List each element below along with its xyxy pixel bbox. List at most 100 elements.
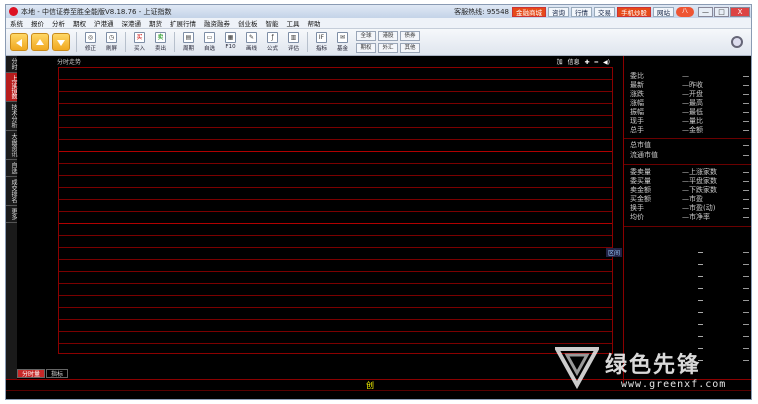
maximize-button[interactable]: □ [714, 6, 729, 17]
grid-line [59, 211, 612, 212]
menu-margin[interactable]: 融资融券 [200, 18, 234, 28]
value-tick [743, 276, 749, 277]
menu-shhk-connect[interactable]: 沪港通 [90, 18, 118, 28]
grid-line [59, 307, 612, 308]
fund-tool-button[interactable]: ✉ 基金 [332, 30, 353, 55]
market-shortcut-grid: 全球 港股 债券 期权 外汇 其他 [356, 31, 420, 53]
app-window: 本地 - 中信证券至胜全能版V8.18.76 - 上证指数 客服热线: 9554… [5, 4, 752, 400]
grid-line [59, 163, 612, 164]
side-tab-bar: 分时 上证指数 技术分析 大盘资讯 自选 成交排名 更多 [6, 56, 17, 386]
up-arrow-icon[interactable] [31, 33, 49, 51]
buy-tool-button[interactable]: 买买入 [129, 30, 150, 55]
menu-futures[interactable]: 期货 [145, 18, 166, 28]
refresh-tool-button[interactable]: ◷ 刷屏 [101, 30, 122, 55]
menu-help[interactable]: 帮助 [304, 18, 325, 28]
indicator-icon: IF [316, 31, 327, 43]
info-row-market-cap: 总市值 [630, 141, 651, 149]
info-row-change-pct: 涨幅 —最高 [630, 99, 703, 107]
menu-tools[interactable]: 工具 [283, 18, 304, 28]
value-tick [743, 312, 749, 313]
pencil-icon: ✎ [246, 31, 257, 43]
notification-badge[interactable]: 八 [676, 6, 694, 17]
close-button[interactable]: X [730, 6, 750, 17]
option-button[interactable]: 期权 [356, 43, 376, 53]
empty-quote-dash [698, 252, 703, 253]
f10-tool-button[interactable]: ▦ F10 [220, 30, 241, 55]
toolbar-separator [307, 32, 308, 52]
menu-system[interactable]: 系统 [6, 18, 27, 28]
menu-extended-quotes[interactable]: 扩展行情 [166, 18, 200, 28]
info-row-float-cap: 流通市值 [630, 151, 658, 159]
period-tool-button[interactable]: ▤ 周期 [178, 30, 199, 55]
evaluate-tool-button[interactable]: ▥ 评估 [283, 30, 304, 55]
trade-button[interactable]: 交易 [594, 6, 615, 17]
info-row-turnover: 换手 —市盈(动) [630, 204, 716, 212]
grid-line [59, 115, 612, 116]
minimize-button[interactable]: — [698, 6, 713, 17]
formula-tool-button[interactable]: ƒ 公式 [262, 30, 283, 55]
evaluate-icon: ▥ [288, 31, 299, 43]
tab-volume[interactable]: 分时量 [17, 369, 46, 378]
mall-button[interactable]: 金融商城 [512, 6, 546, 17]
side-tab-sh-index[interactable]: 上证指数 [6, 73, 17, 102]
side-tab-ranking[interactable]: 成交排名 [6, 177, 17, 206]
grid-line [59, 247, 612, 248]
other-button[interactable]: 其他 [400, 43, 420, 53]
website-button[interactable]: 网站 [653, 6, 674, 17]
value-tick [743, 85, 749, 86]
grid-line [59, 187, 612, 188]
fix-tool-button[interactable]: ◎ 修正 [80, 30, 101, 55]
forex-button[interactable]: 外汇 [378, 43, 398, 53]
bond-button[interactable]: 债券 [400, 31, 420, 41]
quotes-button[interactable]: 行情 [571, 6, 592, 17]
menu-smart[interactable]: 智能 [262, 18, 283, 28]
value-tick [743, 112, 749, 113]
sell-tool-button[interactable]: 卖卖出 [150, 30, 171, 55]
grid-line [59, 283, 612, 284]
fix-icon: ◎ [85, 31, 96, 43]
sound-icon[interactable]: ◀) [603, 59, 610, 66]
menu-quote[interactable]: 报价 [27, 18, 48, 28]
side-tab-watchlist[interactable]: 自选 [6, 160, 17, 177]
value-tick [743, 208, 749, 209]
menu-options[interactable]: 期权 [69, 18, 90, 28]
value-tick [743, 300, 749, 301]
menu-gem[interactable]: 创业板 [234, 18, 262, 28]
global-market-button[interactable]: 全球 [356, 31, 376, 41]
empty-quote-dash [698, 276, 703, 277]
indicator-tool-button[interactable]: IF 指标 [311, 30, 332, 55]
zoom-out-icon[interactable]: ━ [594, 59, 598, 66]
watchlist-tool-button[interactable]: ▭ 自选 [199, 30, 220, 55]
mobile-trading-button[interactable]: 手机炒股 [617, 6, 651, 17]
empty-quote-dash [698, 312, 703, 313]
value-tick [743, 324, 749, 325]
grid-line [59, 235, 612, 236]
down-arrow-icon[interactable] [52, 33, 70, 51]
side-tab-technical[interactable]: 技术分析 [6, 102, 17, 131]
overlay-button[interactable]: 加 [557, 59, 563, 66]
empty-quote-dash [698, 264, 703, 265]
side-tab-more[interactable]: 更多 [6, 206, 17, 223]
tab-indicator[interactable]: 指标 [46, 369, 69, 378]
consult-button[interactable]: 咨询 [548, 6, 569, 17]
hk-stock-button[interactable]: 港股 [378, 31, 398, 41]
range-tag[interactable]: 区间 [606, 248, 622, 257]
info-row-total-hand: 总手 —金额 [630, 126, 703, 134]
empty-quote-dash [698, 324, 703, 325]
side-tab-timeshare[interactable]: 分时 [6, 56, 17, 73]
site-watermark: 绿色先锋 www.greenxf.com [555, 345, 750, 395]
value-tick [743, 145, 749, 146]
zoom-in-icon[interactable]: ✚ [585, 59, 590, 66]
info-button[interactable]: 信息 [568, 59, 580, 66]
gear-icon[interactable] [731, 36, 743, 48]
menu-szhk-connect[interactable]: 深港通 [118, 18, 146, 28]
intraday-chart-area[interactable]: 分时走势 加 信息 ✚ ━ ◀) 区间 [17, 56, 622, 383]
draw-line-tool-button[interactable]: ✎ 画线 [241, 30, 262, 55]
menu-analysis[interactable]: 分析 [48, 18, 69, 28]
side-tab-market-news[interactable]: 大盘资讯 [6, 131, 17, 160]
grid-line [59, 103, 612, 104]
back-arrow-icon[interactable] [10, 33, 28, 51]
grid-line [59, 295, 612, 296]
grid-line [59, 127, 612, 128]
toolbar: ◎ 修正 ◷ 刷屏 买买入 卖卖出 ▤ 周期 ▭ 自选 ▦ F10 ✎ 画线 ƒ 公式 ▥ 评估… [6, 29, 751, 56]
